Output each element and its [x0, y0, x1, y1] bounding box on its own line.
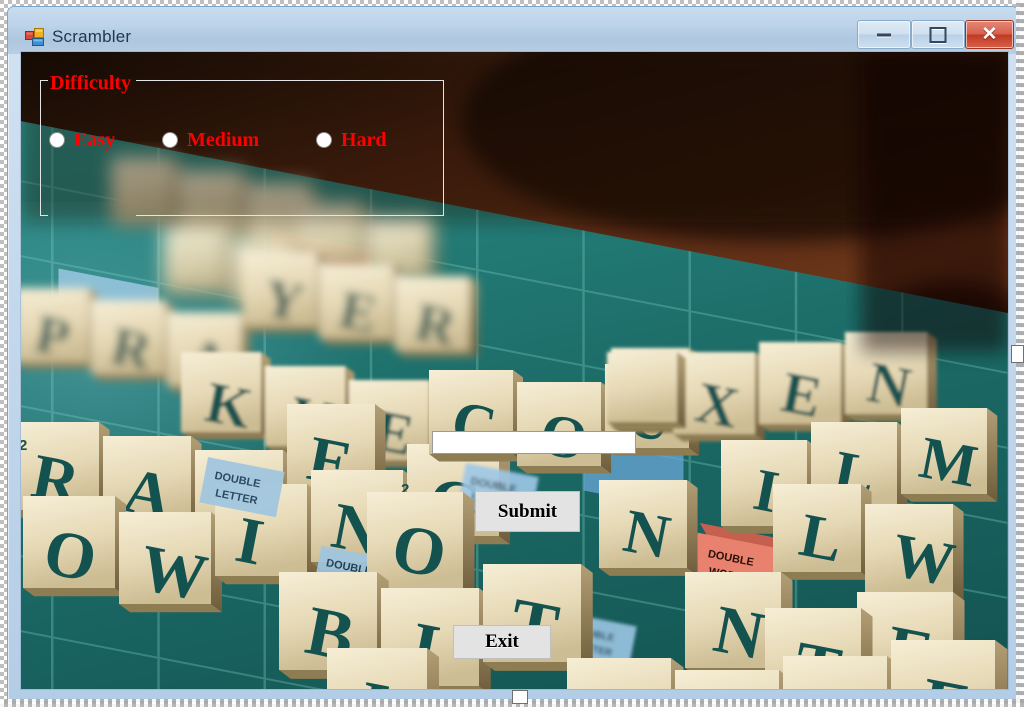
application-window: Scrambler ✕ P R Y E R K E R A E O W I N … — [7, 6, 1019, 702]
close-icon: ✕ — [981, 23, 998, 45]
title-bar[interactable]: Scrambler ✕ — [8, 7, 1018, 54]
answer-input[interactable] — [432, 431, 636, 454]
exit-button-label: Exit — [485, 631, 519, 652]
radio-label-hard: Hard — [341, 129, 387, 151]
svg-text:2: 2 — [21, 437, 27, 454]
svg-text:W: W — [886, 521, 960, 600]
host-vertical-scrollbar-thumb[interactable] — [1011, 345, 1024, 363]
scrabble-background-picture: P R A Y E R K V E — [21, 52, 1008, 689]
host-horizontal-scrollbar-thumb[interactable] — [512, 690, 528, 704]
svg-text:W: W — [134, 531, 213, 615]
radio-circle-medium[interactable] — [162, 132, 178, 148]
difficulty-groupbox: Difficulty Easy Medium Hard — [40, 72, 444, 216]
minimize-icon — [877, 33, 891, 36]
radio-label-medium: Medium — [187, 129, 260, 151]
radio-circle-hard[interactable] — [316, 132, 332, 148]
exit-button[interactable]: Exit — [453, 625, 551, 659]
radio-label-easy: Easy — [74, 129, 116, 151]
submit-button-label: Submit — [497, 500, 558, 522]
groupbox-legend: Difficulty — [50, 72, 132, 94]
window-title: Scrambler — [52, 27, 132, 46]
submit-button[interactable]: Submit — [475, 491, 580, 532]
minimize-button[interactable] — [857, 20, 911, 49]
maximize-button[interactable] — [911, 20, 965, 49]
winforms-app-icon — [25, 28, 44, 47]
radio-circle-easy[interactable] — [49, 132, 65, 148]
maximize-icon — [929, 26, 947, 43]
close-button[interactable]: ✕ — [965, 20, 1014, 49]
